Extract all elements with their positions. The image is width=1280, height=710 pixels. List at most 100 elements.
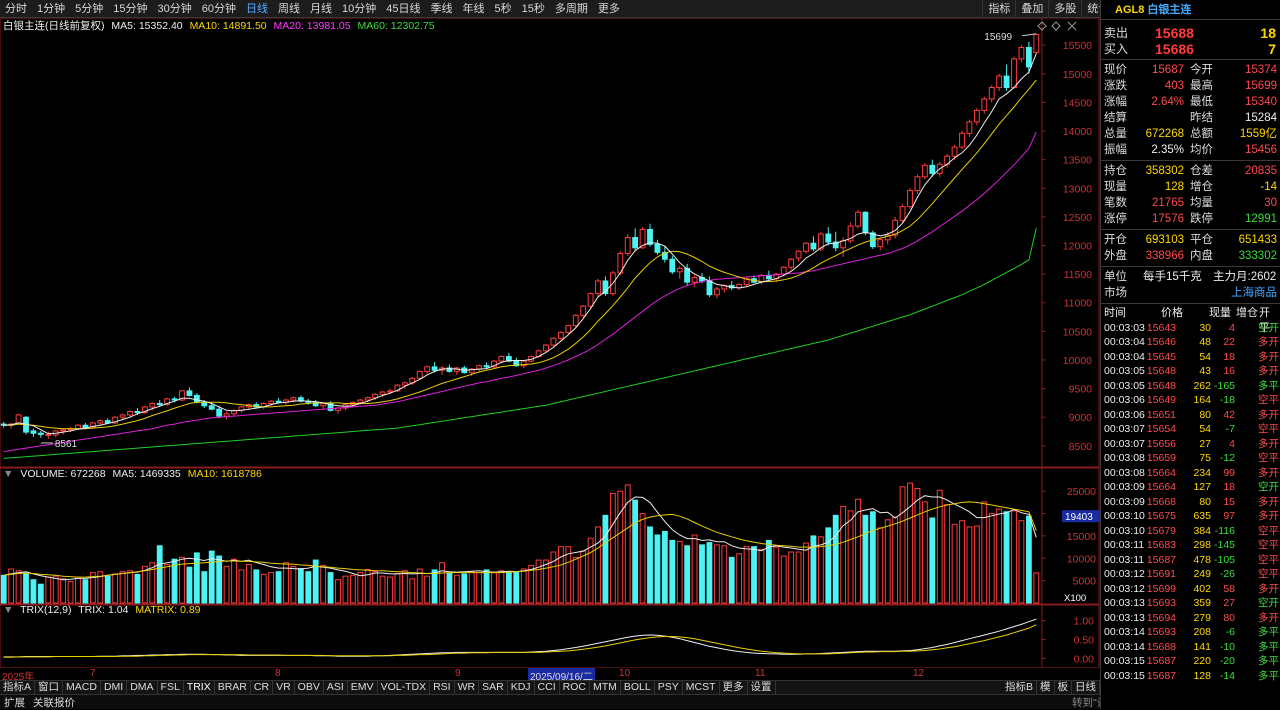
tick-row[interactable]: 00:03:07 15654 54 -7 空平 (1101, 422, 1280, 437)
indicator-tab-7[interactable]: BRAR (215, 681, 251, 694)
ask-price: 15688 (1155, 25, 1194, 41)
indicator-tab-1[interactable]: 窗口 (35, 681, 64, 694)
tick-row[interactable]: 00:03:06 15651 80 42 多开 (1101, 408, 1280, 423)
tick-row[interactable]: 00:03:06 15649 164 -18 空平 (1101, 393, 1280, 408)
indicator-tab-21[interactable]: BOLL (621, 681, 655, 694)
tick-row[interactable]: 00:03:05 15648 43 16 多开 (1101, 364, 1280, 379)
tick-row[interactable]: 00:03:14 15693 208 -6 多平 (1101, 625, 1280, 640)
volume-bar (297, 568, 304, 604)
period-tab-6[interactable]: 日线 (241, 0, 273, 18)
indicator-tab-23[interactable]: MCST (683, 681, 720, 694)
tick-row[interactable]: 00:03:04 15645 54 18 多开 (1101, 350, 1280, 365)
indicator-tab-9[interactable]: VR (273, 681, 295, 694)
tick-cell: 48 (1199, 336, 1211, 348)
indicator-tab-5[interactable]: FSL (158, 681, 184, 694)
tick-row[interactable]: 00:03:11 15687 478 -105 空平 (1101, 553, 1280, 568)
indicator-tab-0[interactable]: 指标A (0, 681, 36, 694)
tick-row[interactable]: 00:03:09 15668 80 15 多开 (1101, 495, 1280, 510)
period-tab-14[interactable]: 15秒 (517, 0, 550, 18)
expand-button[interactable]: 扩展 (0, 695, 29, 710)
indicator-tab-13[interactable]: VOL-TDX (378, 681, 431, 694)
tick-row[interactable]: 00:03:08 15659 75 -12 空平 (1101, 451, 1280, 466)
tick-row[interactable]: 00:03:10 15675 635 97 多开 (1101, 509, 1280, 524)
period-tab-9[interactable]: 10分钟 (337, 0, 381, 18)
period-tab-2[interactable]: 5分钟 (70, 0, 108, 18)
indicator-right-tab-2[interactable]: 板 (1055, 681, 1072, 694)
period-tab-1[interactable]: 1分钟 (32, 0, 70, 18)
period-tab-10[interactable]: 45日线 (381, 0, 425, 18)
period-tab-12[interactable]: 年线 (458, 0, 490, 18)
tick-cell: 多开 (1258, 365, 1279, 377)
toolbar-action-2[interactable]: 多股 (1048, 0, 1081, 18)
quote-stats-2: 持仓 358302 仓差 20835 现量 128 增仓 -14 笔数 21765 均量 30 涨停 17… (1101, 163, 1280, 227)
tick-row[interactable]: 00:03:15 15687 128 -14 多平 (1101, 669, 1280, 684)
tick-row[interactable]: 00:03:03 15643 30 4 空开 (1101, 321, 1280, 336)
related-quote-button[interactable]: 关联报价 (29, 695, 79, 710)
period-tab-0[interactable]: 分时 (0, 0, 32, 18)
tick-cell: 多平 (1258, 655, 1279, 667)
tick-list[interactable]: 00:03:03 15643 30 4 空开 00:03:04 15646 48 22 多开 00:… (1101, 321, 1280, 684)
tick-row[interactable]: 00:03:15 15687 220 -20 多平 (1101, 654, 1280, 669)
indicator-tab-4[interactable]: DMA (127, 681, 158, 694)
volume-bar (231, 558, 237, 604)
tick-row[interactable]: 00:03:12 15699 402 58 多开 (1101, 582, 1280, 597)
toolbar-action-0[interactable]: 指标 (982, 0, 1015, 18)
indicator-tab-12[interactable]: EMV (348, 681, 378, 694)
indicator-tab-16[interactable]: SAR (479, 681, 508, 694)
indicator-tab-17[interactable]: KDJ (508, 681, 535, 694)
indicator-tab-18[interactable]: CCI (535, 681, 560, 694)
indicator-tab-3[interactable]: DMI (101, 681, 128, 694)
period-tab-3[interactable]: 15分钟 (108, 0, 152, 18)
tick-row[interactable]: 00:03:05 15648 262 -165 多平 (1101, 379, 1280, 394)
kline-chart[interactable]: 15500 15000 14500 14000 13500 13000 12500 12000… (0, 18, 1100, 668)
indicator-tab-14[interactable]: RSI (430, 681, 455, 694)
tick-row[interactable]: 00:03:14 15688 141 -10 多平 (1101, 640, 1280, 655)
tick-row[interactable]: 00:03:10 15679 384 -116 空平 (1101, 524, 1280, 539)
period-tab-16[interactable]: 更多 (593, 0, 625, 18)
period-tab-5[interactable]: 60分钟 (197, 0, 241, 18)
toolbar-action-1[interactable]: 叠加 (1015, 0, 1048, 18)
indicator-tab-19[interactable]: ROC (560, 681, 590, 694)
tick-row[interactable]: 00:03:13 15694 279 80 多开 (1101, 611, 1280, 626)
tick-cell: 16 (1223, 365, 1235, 377)
tick-row[interactable]: 00:03:04 15646 48 22 多开 (1101, 335, 1280, 350)
indicator-tab-2[interactable]: MACD (63, 681, 101, 694)
indicator-tab-6[interactable]: TRIX (184, 681, 215, 694)
indicator-tab-11[interactable]: ASI (324, 681, 348, 694)
tick-row[interactable]: 00:03:13 15693 359 27 空开 (1101, 596, 1280, 611)
candle-body (988, 87, 995, 100)
quote-value: 2.35% (1151, 144, 1184, 156)
tick-row[interactable]: 00:03:11 15683 298 -145 空平 (1101, 538, 1280, 553)
indicator-tab-8[interactable]: CR (251, 681, 274, 694)
indicator-tab-20[interactable]: MTM (590, 681, 621, 694)
quote-label: 涨跌 (1104, 80, 1127, 92)
period-tab-7[interactable]: 周线 (273, 0, 305, 18)
indicator-right-tab-0[interactable]: 指标B (1002, 681, 1037, 694)
volume-bar (855, 498, 861, 604)
date-label: 8 (275, 668, 281, 679)
indicator-tab-25[interactable]: 设置 (748, 681, 776, 694)
period-tab-15[interactable]: 多周期 (550, 0, 593, 18)
candle-body (862, 211, 869, 234)
indicator-right-tab-1[interactable]: 模 (1037, 681, 1055, 694)
indicator-tab-22[interactable]: PSY (655, 681, 683, 694)
indicator-tab-10[interactable]: OBV (295, 681, 324, 694)
candle-body (149, 402, 156, 408)
period-tab-13[interactable]: 5秒 (490, 0, 517, 18)
volume-bar (431, 569, 438, 604)
tick-cell: 27 (1223, 597, 1235, 609)
tick-cell: 多平 (1258, 640, 1279, 653)
period-tab-4[interactable]: 30分钟 (153, 0, 197, 18)
indicator-tab-24[interactable]: 更多 (720, 681, 748, 694)
tick-row[interactable]: 00:03:07 15656 27 4 多开 (1101, 437, 1280, 452)
indicator-right-tab-3[interactable]: 日线 (1072, 681, 1100, 694)
indicator-tab-15[interactable]: WR (455, 681, 480, 694)
tick-row[interactable]: 00:03:09 15664 127 18 空开 (1101, 480, 1280, 495)
tick-cell: 4 (1229, 437, 1235, 450)
period-tab-11[interactable]: 季线 (426, 0, 458, 18)
volume-bar (1003, 511, 1010, 604)
tick-row[interactable]: 00:03:12 15691 249 -26 空平 (1101, 567, 1280, 582)
volume-bar (253, 569, 260, 604)
tick-row[interactable]: 00:03:08 15664 234 99 多开 (1101, 466, 1280, 481)
period-tab-8[interactable]: 月线 (305, 0, 337, 18)
